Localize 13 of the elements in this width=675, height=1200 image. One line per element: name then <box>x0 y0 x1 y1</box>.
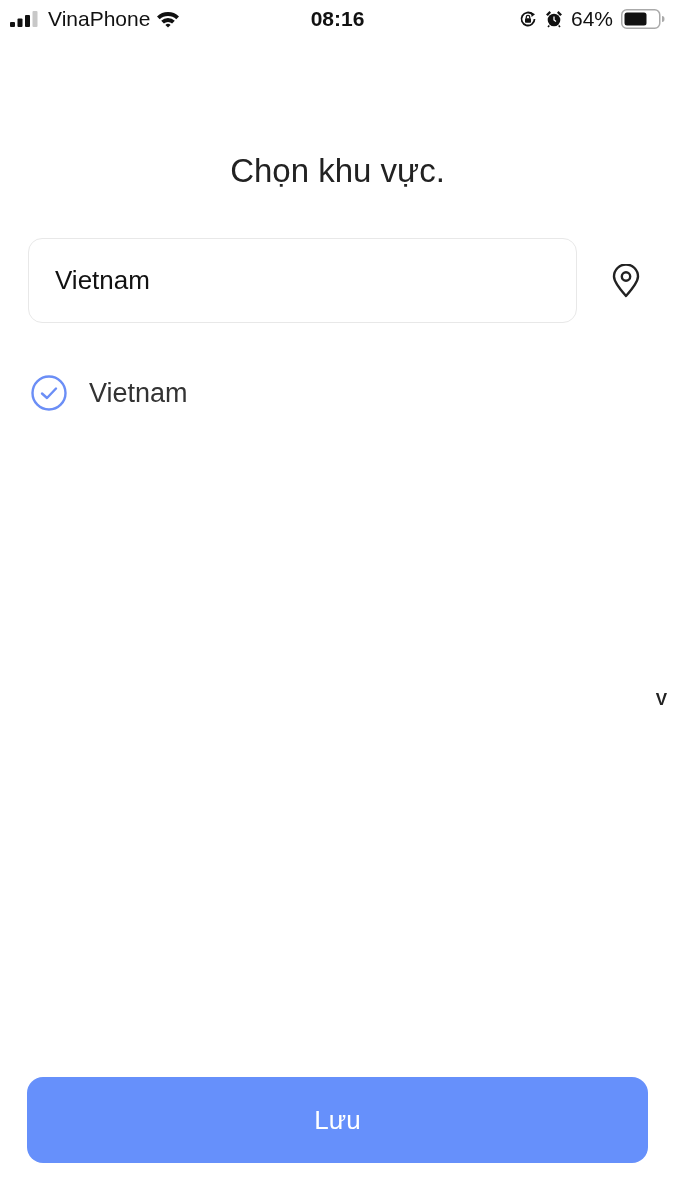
battery-icon <box>621 8 665 29</box>
rotation-lock-icon <box>518 9 537 28</box>
clock-time: 08:16 <box>310 8 365 29</box>
index-letter[interactable]: V <box>655 686 667 714</box>
carrier-name: VinaPhone <box>48 8 151 29</box>
page-title: Chọn khu vực. <box>230 151 445 191</box>
alarm-clock-icon <box>544 9 563 28</box>
wifi-icon <box>156 9 181 28</box>
region-option[interactable]: Vietnam <box>31 373 188 413</box>
battery-percentage: 64% <box>570 8 613 29</box>
location-pin-icon[interactable] <box>612 263 640 298</box>
search-field[interactable]: Vietnam <box>28 238 577 323</box>
signal-bars-icon <box>10 10 38 27</box>
